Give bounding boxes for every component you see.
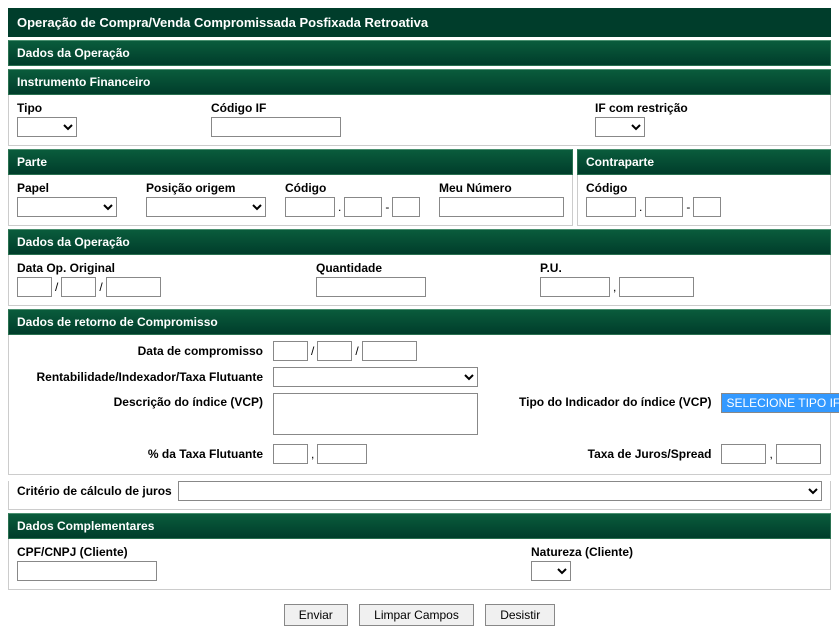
section-parte: Parte	[8, 149, 573, 175]
meu-numero-label: Meu Número	[439, 181, 564, 195]
pct-taxa-label: % da Taxa Flutuante	[17, 447, 267, 461]
data-op-dd[interactable]	[17, 277, 52, 297]
criterio-row: Critério de cálculo de juros	[8, 481, 831, 510]
comma-sep: ,	[768, 447, 773, 461]
slash-sep: /	[310, 344, 315, 358]
quantidade-label: Quantidade	[316, 261, 536, 275]
pct-taxa-dec[interactable]	[317, 444, 367, 464]
pct-taxa-int[interactable]	[273, 444, 308, 464]
natureza-select[interactable]	[531, 561, 571, 581]
comma-sep: ,	[612, 280, 617, 294]
descricao-label: Descrição do índice (VCP)	[17, 393, 267, 409]
cpf-label: CPF/CNPJ (Cliente)	[17, 545, 527, 559]
tipo-select[interactable]	[17, 117, 77, 137]
limpar-button[interactable]: Limpar Campos	[359, 604, 474, 626]
button-bar: Enviar Limpar Campos Desistir	[8, 604, 831, 626]
tipo-indicador-select[interactable]: SELECIONE TIPO IF	[721, 393, 839, 413]
codigo-if-input[interactable]	[211, 117, 341, 137]
data-op-yyyy[interactable]	[106, 277, 161, 297]
natureza-label: Natureza (Cliente)	[531, 545, 633, 559]
tipo-label: Tipo	[17, 101, 207, 115]
descricao-textarea[interactable]	[273, 393, 478, 435]
meu-numero-input[interactable]	[439, 197, 564, 217]
parte-codigo-2[interactable]	[344, 197, 382, 217]
section-dados-operacao-mid: Dados da Operação	[8, 229, 831, 255]
rentabilidade-select[interactable]	[273, 367, 478, 387]
parte-codigo-3[interactable]	[392, 197, 420, 217]
data-comp-mm[interactable]	[317, 341, 352, 361]
desistir-button[interactable]: Desistir	[485, 604, 555, 626]
quantidade-input[interactable]	[316, 277, 426, 297]
section-retorno: Dados de retorno de Compromisso	[8, 309, 831, 335]
pu-dec[interactable]	[619, 277, 694, 297]
taxa-juros-label: Taxa de Juros/Spread	[519, 447, 715, 461]
contraparte-codigo-3[interactable]	[693, 197, 721, 217]
comma-sep: ,	[310, 447, 315, 461]
codigo-if-label: Código IF	[211, 101, 591, 115]
criterio-select[interactable]	[178, 481, 822, 501]
slash-sep: /	[54, 280, 59, 294]
if-restricao-label: IF com restrição	[595, 101, 688, 115]
dados-operacao-body: Data Op. Original / / Quantidade P.U. ,	[8, 255, 831, 306]
taxa-juros-int[interactable]	[721, 444, 766, 464]
section-dados-operacao-top: Dados da Operação	[8, 40, 831, 66]
contraparte-codigo-2[interactable]	[645, 197, 683, 217]
papel-label: Papel	[17, 181, 142, 195]
cpf-input[interactable]	[17, 561, 157, 581]
data-op-label: Data Op. Original	[17, 261, 312, 275]
tipo-indicador-label: Tipo do Indicador do índice (VCP)	[519, 393, 715, 409]
parte-body: Papel Posição origem Código . -	[8, 175, 573, 226]
enviar-button[interactable]: Enviar	[284, 604, 348, 626]
section-complementares: Dados Complementares	[8, 513, 831, 539]
pu-label: P.U.	[540, 261, 694, 275]
posicao-origem-select[interactable]	[146, 197, 266, 217]
section-instrumento: Instrumento Financeiro	[8, 69, 831, 95]
data-op-mm[interactable]	[61, 277, 96, 297]
criterio-label: Critério de cálculo de juros	[17, 484, 172, 498]
page-title: Operação de Compra/Venda Compromissada P…	[8, 8, 831, 37]
data-comp-yyyy[interactable]	[362, 341, 417, 361]
slash-sep: /	[354, 344, 359, 358]
slash-sep: /	[98, 280, 103, 294]
pu-int[interactable]	[540, 277, 610, 297]
data-comp-dd[interactable]	[273, 341, 308, 361]
contraparte-codigo-label: Código	[586, 181, 822, 195]
data-comp-label: Data de compromisso	[17, 344, 267, 358]
dash-sep: -	[685, 200, 691, 214]
papel-select[interactable]	[17, 197, 117, 217]
section-contraparte: Contraparte	[577, 149, 831, 175]
rentabilidade-label: Rentabilidade/Indexador/Taxa Flutuante	[17, 370, 267, 384]
parte-codigo-1[interactable]	[285, 197, 335, 217]
dot-sep: .	[638, 200, 643, 214]
posicao-origem-label: Posição origem	[146, 181, 281, 195]
retorno-body: Data de compromisso / / Rentabilidade/In…	[8, 335, 831, 475]
parte-codigo-label: Código	[285, 181, 435, 195]
taxa-juros-dec[interactable]	[776, 444, 821, 464]
complementares-body: CPF/CNPJ (Cliente) Natureza (Cliente)	[8, 539, 831, 590]
if-restricao-select[interactable]	[595, 117, 645, 137]
dot-sep: .	[337, 200, 342, 214]
dash-sep: -	[384, 200, 390, 214]
contraparte-body: Código . -	[577, 175, 831, 226]
contraparte-codigo-1[interactable]	[586, 197, 636, 217]
instrumento-body: Tipo Código IF IF com restrição	[8, 95, 831, 146]
